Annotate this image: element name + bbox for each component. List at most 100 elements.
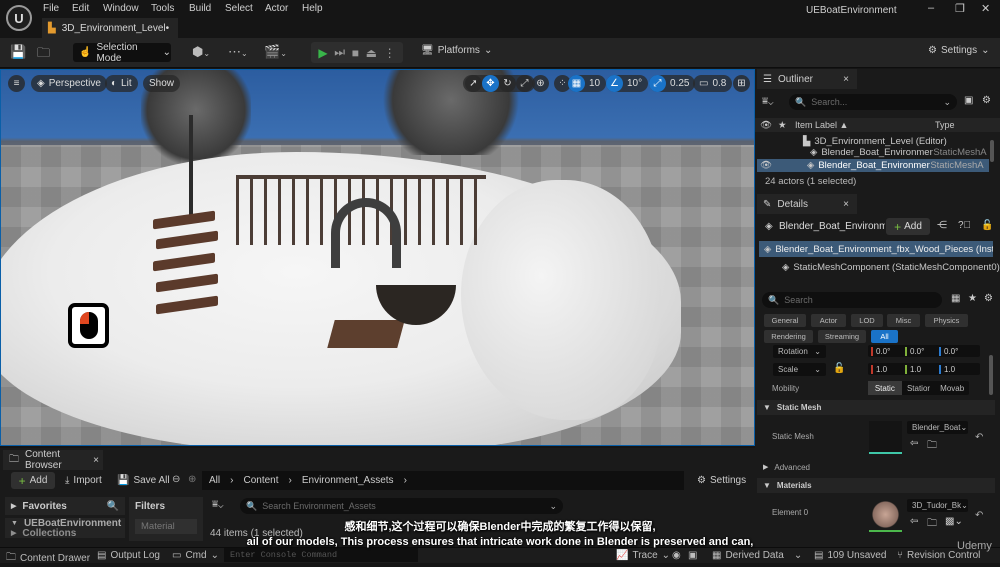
menu-window[interactable]: Window	[103, 3, 139, 14]
outliner-scrollbar[interactable]	[990, 140, 994, 162]
use-selected-icon[interactable]: ⇦	[910, 516, 918, 527]
unreal-logo[interactable]: U	[6, 5, 32, 31]
menu-file[interactable]: File	[43, 3, 59, 14]
add-component-button[interactable]: + Add	[886, 218, 930, 235]
filter-lod[interactable]: LOD	[851, 314, 883, 327]
star-icon[interactable]: ★	[968, 293, 977, 304]
menu-actor[interactable]: Actor	[265, 3, 288, 14]
filter-streaming[interactable]: Streaming	[818, 330, 866, 343]
actor-name-field[interactable]: Blender_Boat_Environme	[779, 221, 885, 232]
screenshot-icon[interactable]: ▣	[688, 550, 697, 561]
filter-icon[interactable]: ⩸⌄	[762, 96, 773, 107]
filter-all[interactable]: All	[871, 330, 898, 343]
world-local-icon[interactable]: ⊕	[532, 75, 549, 92]
outliner-search-input[interactable]: 🔍 Search... ⌄	[789, 94, 957, 110]
component-child[interactable]: ◈ StaticMeshComponent (StaticMeshCompone…	[755, 260, 1000, 274]
gear-icon[interactable]: ⚙	[984, 293, 993, 304]
record-icon[interactable]: ◉	[672, 550, 681, 561]
rotation-snap-toggle[interactable]: ∠ 10°	[606, 75, 649, 92]
component-root[interactable]: ◈ Blender_Boat_Environment_fbx_Wood_Piec…	[759, 241, 993, 257]
restore-button[interactable]: ❐	[955, 2, 965, 15]
filter-actor[interactable]: Actor	[811, 314, 846, 327]
level-tab[interactable]: ▙ 3D_Environment_Level•	[42, 18, 178, 38]
menu-edit[interactable]: Edit	[72, 3, 89, 14]
browse-asset-icon[interactable]: 🗀	[927, 438, 937, 455]
column-item-label[interactable]: Item Label ▲	[795, 120, 935, 130]
scale-z-field[interactable]: 1.0	[936, 363, 980, 375]
derived-data-dropdown[interactable]: ▦ Derived Data ⌄	[712, 550, 802, 561]
favorites-section[interactable]: ▶ Favorites 🔍	[5, 497, 125, 515]
close-icon[interactable]: ×	[843, 199, 849, 210]
use-selected-icon[interactable]: ⇦	[910, 438, 918, 449]
perspective-button[interactable]: ◈ Perspective	[31, 75, 107, 92]
breadcrumb-environment-assets[interactable]: Environment_Assets	[302, 475, 394, 486]
menu-tools[interactable]: Tools	[151, 3, 174, 14]
material-dropdown[interactable]: 3D_Tudor_Bk ⌄	[907, 499, 968, 512]
project-tree[interactable]: ▼ UEBoatEnvironment ▶ Collections	[5, 518, 125, 538]
tab-outliner[interactable]: ☰ Outliner ×	[757, 69, 857, 89]
menu-select[interactable]: Select	[225, 3, 253, 14]
filter-general[interactable]: General	[764, 314, 806, 327]
save-all-button[interactable]: 💾 Save All	[117, 475, 170, 486]
breadcrumb-content[interactable]: Content	[243, 475, 278, 486]
filter-icon[interactable]: ⩸⌄	[212, 499, 223, 510]
reset-icon[interactable]: ↶	[975, 510, 983, 521]
cmd-dropdown[interactable]: ▭ Cmd ⌄	[172, 550, 219, 561]
static-mesh-thumbnail[interactable]	[869, 421, 902, 454]
import-button[interactable]: ⤓ Import	[65, 475, 102, 486]
scale-tool-icon[interactable]: ⤢	[516, 75, 533, 92]
console-input[interactable]: Enter Console Command	[224, 548, 418, 562]
add-folder-icon[interactable]: ▣	[964, 95, 973, 106]
close-button[interactable]: ✕	[981, 2, 990, 15]
menu-build[interactable]: Build	[189, 3, 211, 14]
details-search-input[interactable]: 🔍 Search	[762, 292, 942, 308]
filter-rendering[interactable]: Rendering	[764, 330, 813, 343]
mobility-movable[interactable]: Movab	[935, 381, 969, 395]
show-button[interactable]: Show	[143, 75, 181, 92]
static-mesh-section[interactable]: ▼ Static Mesh	[757, 400, 995, 415]
column-type[interactable]: Type	[935, 120, 955, 130]
help-icon[interactable]: ?⃝	[958, 220, 971, 231]
menu-help[interactable]: Help	[302, 3, 323, 14]
browse-icon[interactable]: 🗀	[37, 44, 50, 66]
cinematics-icon[interactable]: 🎬⌄	[264, 44, 287, 60]
camera-speed-button[interactable]: ▭ 0.8	[693, 75, 733, 92]
cb-search-input[interactable]: 🔍 Search Environment_Assets ⌄	[240, 498, 563, 514]
filter-physics[interactable]: Physics	[925, 314, 968, 327]
forward-icon[interactable]: ⊕	[188, 474, 196, 485]
save-icon[interactable]: 💾	[10, 44, 26, 60]
minimize-button[interactable]: –	[928, 2, 934, 14]
trace-dropdown[interactable]: 📈 Trace ⌄	[616, 550, 670, 561]
level-viewport[interactable]: ≡ ◈ Perspective ◐ Lit Show ➚ ✥ ↻ ⤢ ⊕ ⁘ ▦…	[0, 69, 755, 446]
reset-icon[interactable]: ↶	[975, 432, 983, 443]
settings-dropdown[interactable]: ⚙ Settings ⌄	[928, 45, 990, 56]
cb-add-button[interactable]: + Add	[11, 472, 55, 489]
layout-icon[interactable]: ⊞	[733, 75, 750, 92]
select-tool-icon[interactable]: ➚	[465, 75, 482, 92]
lit-button[interactable]: ◐ Lit	[105, 75, 138, 92]
stop-icon[interactable]: ■	[352, 46, 359, 60]
table-view-icon[interactable]: ▦	[951, 293, 960, 304]
rotation-dropdown[interactable]: Rotation ⌄	[773, 345, 826, 358]
rotation-z-field[interactable]: 0.0°	[936, 345, 980, 357]
mobility-stationary[interactable]: Statior	[902, 381, 936, 395]
play-icon[interactable]: ▶	[318, 46, 327, 60]
scale-dropdown[interactable]: Scale ⌄	[773, 363, 826, 376]
add-actor-icon[interactable]: ⬢⌄	[192, 44, 210, 60]
material-options-icon[interactable]: ▩⌄	[945, 516, 963, 527]
gear-icon[interactable]: ⚙	[982, 95, 991, 106]
translate-tool-icon[interactable]: ✥	[482, 75, 499, 92]
star-icon[interactable]: ★	[778, 120, 794, 131]
search-icon[interactable]: 🔍	[107, 501, 119, 512]
materials-section[interactable]: ▼ Materials	[757, 478, 995, 493]
outliner-row[interactable]: ◈ Blender_Boat_Environmen StaticMeshA	[755, 146, 1000, 158]
static-mesh-dropdown[interactable]: Blender_Boat ⌄	[907, 421, 968, 434]
back-icon[interactable]: ⊖	[172, 474, 180, 485]
skip-icon[interactable]: ⏭	[334, 45, 345, 60]
mobility-static[interactable]: Static	[868, 381, 902, 395]
browse-asset-icon[interactable]: 🗀	[927, 516, 937, 533]
platforms-dropdown[interactable]: 🖥 Platforms ⌄	[421, 45, 492, 56]
tab-content-browser[interactable]: 🗀 Content Browser ×	[3, 449, 103, 471]
breadcrumb-all[interactable]: All	[209, 475, 220, 486]
filter-misc[interactable]: Misc	[887, 314, 920, 327]
